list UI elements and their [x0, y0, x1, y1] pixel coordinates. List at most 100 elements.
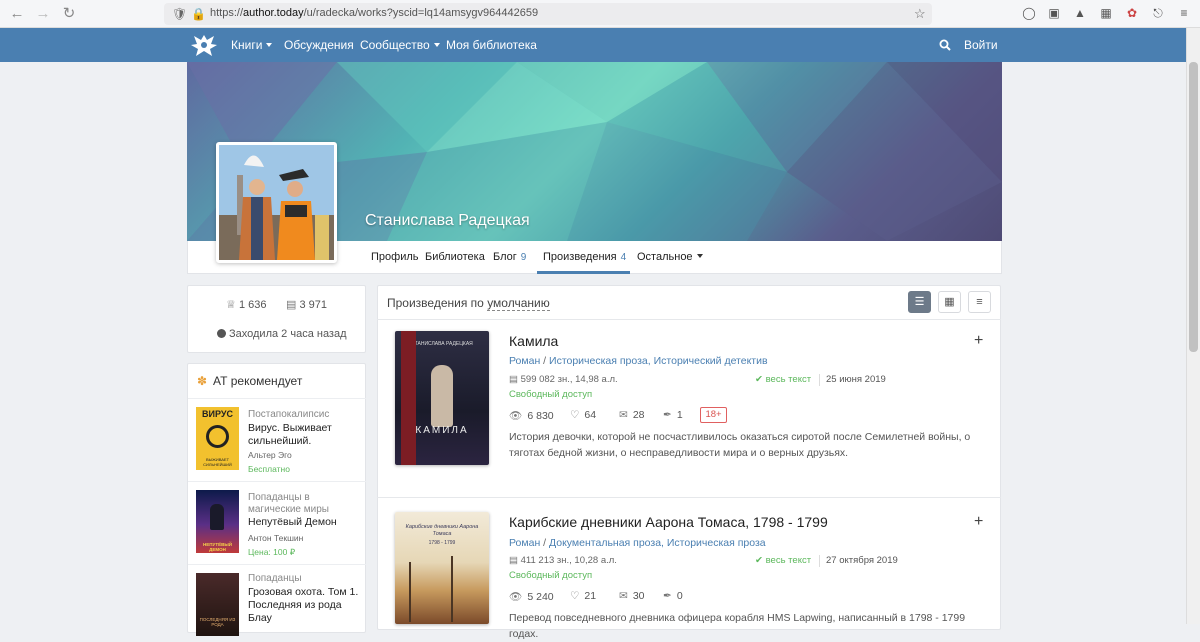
nav-discussions-label: Обсуждения	[284, 38, 354, 52]
rec-genre[interactable]: Попаданцы в магические миры	[248, 492, 364, 516]
url-prefix: https://	[210, 7, 244, 19]
full-text-status: ✔ весь текст	[755, 555, 811, 566]
lock-icon: 🔒	[191, 7, 206, 21]
nav-my-library[interactable]: Моя библиотека	[446, 38, 537, 52]
screenshot-icon[interactable]: ▣	[1046, 5, 1062, 21]
list-view-icon: ☰	[914, 296, 925, 308]
chevron-down-icon	[433, 43, 440, 47]
comments-count: 28	[632, 409, 645, 421]
work-size-text: 411 213 зн., 10,28 а.л.	[520, 555, 617, 566]
book-cover[interactable]: Карибские дневники Аарона Томаса 1798 - …	[395, 512, 489, 624]
book-cover: ПОСЛЕДНЯЯ ИЗ РОДА	[196, 573, 239, 636]
cover-title: КАМИЛА	[415, 425, 469, 436]
at-logo-icon: ✽	[197, 374, 208, 388]
rating-value: 1 636	[238, 299, 267, 311]
chevron-down-icon	[696, 254, 703, 258]
list-view-button[interactable]: ☰	[908, 291, 931, 313]
list-item[interactable]: ПОСЛЕДНЯЯ ИЗ РОДА Попаданцы Грозовая охо…	[188, 564, 366, 636]
views-value: 3 971	[299, 299, 327, 311]
rec-title[interactable]: Непутёвый Демон	[248, 516, 364, 529]
divider	[377, 319, 1001, 320]
list-item[interactable]: ВИРУС ВЫЖИВАЕТ СИЛЬНЕЙШИЙ Постапокалипси…	[188, 398, 366, 480]
reader-icon[interactable]: ▦	[1098, 5, 1114, 21]
genre-link[interactable]: Роман	[509, 537, 540, 549]
check-icon: ✔	[755, 374, 763, 385]
rec-price: Цена: 100 ₽	[248, 547, 296, 557]
cover-years: 1798 - 1799	[428, 540, 456, 546]
genre-link[interactable]: Документальная проза, Историческая проза	[549, 537, 766, 549]
tab-profile-label: Профиль	[371, 251, 419, 263]
rec-genre[interactable]: Попаданцы	[248, 573, 364, 585]
site-logo-icon[interactable]	[190, 32, 218, 58]
rec-title[interactable]: Грозовая охота. Том 1. Последняя из рода…	[248, 586, 364, 625]
rewards-counter[interactable]: ✒ 0	[663, 590, 683, 602]
book-cover[interactable]: СТАНИСЛАВА РАДЕЦКАЯ КАМИЛА	[395, 331, 489, 465]
likes-counter[interactable]: ♡ 21	[570, 590, 596, 602]
eye-icon: 👁	[509, 410, 523, 422]
menu-icon: ≡	[976, 296, 983, 308]
login-link[interactable]: Войти	[964, 38, 998, 52]
reload-icon[interactable]: ↻	[60, 5, 78, 23]
rec-genre[interactable]: Постапокалипсис	[248, 409, 364, 421]
tab-blog[interactable]: Блог 9	[493, 251, 526, 263]
url-text: https://author.today/u/radecka/works?ysc…	[210, 7, 538, 19]
comments-counter[interactable]: ✉ 28	[619, 409, 645, 421]
forward-arrow-icon[interactable]: →	[34, 5, 52, 23]
heart-icon: ♡	[570, 409, 580, 421]
plus-icon[interactable]: +	[974, 513, 983, 531]
nav-discussions[interactable]: Обсуждения	[284, 38, 354, 52]
scrollbar-thumb[interactable]	[1189, 62, 1198, 352]
menu-icon[interactable]: ≡	[1176, 5, 1192, 21]
list-item[interactable]: НЕПУТЁВЫЙ ДЕМОН Попаданцы в магические м…	[188, 481, 366, 563]
address-bar[interactable]: 🛡 🔒 https://author.today/u/radecka/works…	[164, 3, 932, 25]
tab-profile[interactable]: Профиль	[371, 251, 419, 263]
cover-subtext: ВЫЖИВАЕТ СИЛЬНЕЙШИЙ	[203, 457, 232, 467]
tab-works-label: Произведения	[543, 251, 617, 263]
tab-works[interactable]: Произведения 4	[543, 251, 626, 263]
rec-author[interactable]: Антон Текшин	[248, 533, 303, 543]
genre-link[interactable]: Историческая проза, Исторический детекти…	[549, 355, 768, 367]
pocket-icon[interactable]: ◯	[1021, 5, 1037, 21]
chevron-down-icon	[266, 43, 273, 47]
cover-figure	[210, 504, 224, 530]
rec-price: Бесплатно	[248, 464, 290, 474]
feather-icon: ✒	[663, 409, 672, 421]
puzzle-icon[interactable]: ⎋	[1150, 5, 1166, 21]
scrollbar[interactable]	[1186, 28, 1200, 624]
rewards-count: 0	[676, 590, 683, 602]
likes-counter[interactable]: ♡ 64	[570, 409, 596, 421]
shield-icon: 🛡	[172, 7, 188, 21]
search-icon[interactable]	[939, 39, 951, 51]
nav-books-label: Книги	[231, 38, 263, 52]
author-avatar[interactable]	[216, 142, 337, 263]
url-host: author.today	[243, 7, 304, 19]
feather-icon: ✒	[663, 590, 672, 602]
rewards-counter[interactable]: ✒ 1	[663, 409, 683, 421]
comments-counter[interactable]: ✉ 30	[619, 590, 645, 602]
back-arrow-icon[interactable]: ←	[8, 5, 26, 23]
extension-icon[interactable]: ✿	[1124, 5, 1140, 21]
rec-author[interactable]: Альтер Эго	[248, 450, 292, 460]
check-icon: ✔	[755, 555, 763, 566]
nav-community-label: Сообщество	[360, 38, 430, 52]
grid-view-button[interactable]: ▦	[938, 291, 961, 313]
tab-library[interactable]: Библиотека	[425, 251, 485, 263]
nav-books[interactable]: Книги	[231, 38, 273, 52]
nav-community[interactable]: Сообщество	[360, 38, 440, 52]
crown-icon: ♕	[226, 299, 236, 311]
grid-view-icon: ▦	[944, 296, 955, 308]
work-title[interactable]: Карибские дневники Аарона Томаса, 1798 -…	[509, 514, 828, 530]
rec-title[interactable]: Вирус. Выживает сильнейший.	[248, 422, 364, 448]
sort-selector[interactable]: умолчанию	[487, 296, 550, 311]
plus-icon[interactable]: +	[974, 332, 983, 350]
genre-link[interactable]: Роман	[509, 355, 540, 367]
views-counter: 👁 6 830	[509, 409, 554, 422]
cover-text: НЕПУТЁВЫЙ ДЕМОН	[203, 542, 232, 552]
compact-view-button[interactable]: ≡	[968, 291, 991, 313]
work-title[interactable]: Камила	[509, 333, 558, 349]
drive-icon[interactable]: ▲	[1072, 5, 1088, 21]
tab-other[interactable]: Остальное	[637, 251, 703, 263]
star-icon[interactable]: ☆	[914, 6, 926, 22]
recommend-title: АТ рекомендует	[213, 374, 303, 388]
separator	[819, 374, 820, 386]
